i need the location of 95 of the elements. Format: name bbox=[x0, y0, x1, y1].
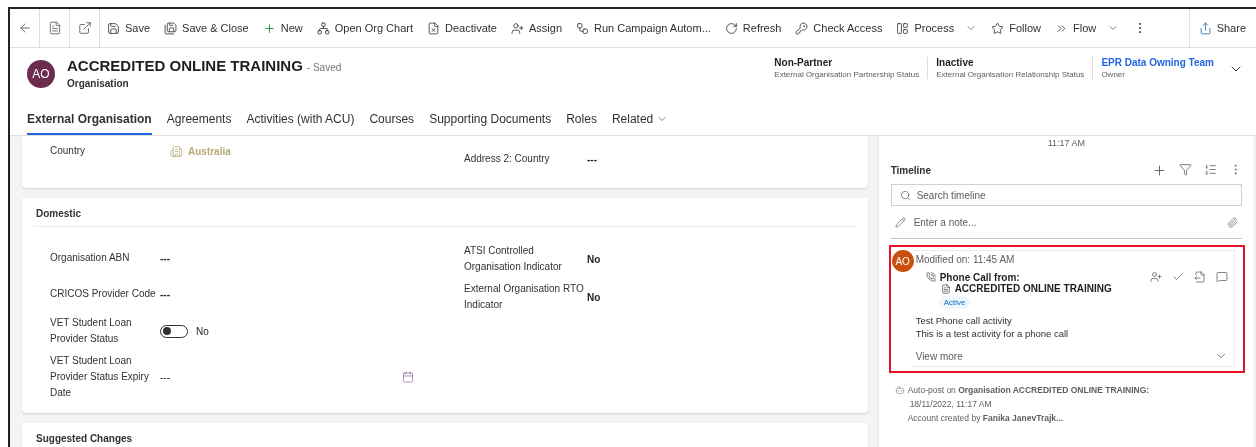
toolbar-button[interactable]: Open Org Chart bbox=[309, 9, 420, 47]
toolbar-button[interactable]: Check Access bbox=[788, 9, 890, 47]
document-x-icon bbox=[427, 21, 440, 35]
paperclip-icon bbox=[1227, 216, 1238, 228]
field-value: No bbox=[587, 253, 601, 265]
header-value: Non-Partner bbox=[774, 57, 834, 68]
share-icon bbox=[1198, 21, 1212, 35]
field-label: Organisation ABN bbox=[50, 251, 131, 265]
save-icon bbox=[107, 21, 120, 35]
form-tab[interactable]: Supporting Documents bbox=[429, 105, 552, 135]
toolbar-button[interactable]: Deactivate bbox=[420, 9, 504, 47]
regarding-link[interactable]: ACCREDITED ONLINE TRAINING bbox=[954, 283, 1112, 294]
time-text: 11:17 AM bbox=[1047, 138, 1085, 148]
post-text: Auto-post on Organisation ACCREDITED ONLINE TRAINING: bbox=[907, 385, 1150, 395]
date-value: --- bbox=[160, 371, 171, 383]
field-value: --- bbox=[587, 153, 597, 165]
star-icon bbox=[991, 21, 1005, 35]
toolbar-button[interactable]: New bbox=[255, 9, 310, 47]
activity-subject: Test Phone call activity bbox=[915, 315, 1012, 326]
pop-out-icon bbox=[77, 21, 92, 35]
back-icon bbox=[17, 21, 32, 35]
toolbar-button[interactable]: Save & Close bbox=[157, 9, 256, 47]
activity-heading: Phone Call from: bbox=[939, 271, 1020, 283]
building-icon bbox=[170, 144, 183, 158]
status-label: Active bbox=[938, 296, 971, 309]
form-tab[interactable]: Activities (with ACU) bbox=[246, 105, 355, 135]
entity-name: Organisation bbox=[67, 78, 130, 89]
plus-icon bbox=[262, 21, 276, 35]
share-button[interactable]: Share bbox=[1188, 9, 1256, 47]
bot-icon bbox=[894, 385, 905, 395]
toggle-switch[interactable] bbox=[160, 324, 188, 338]
activity-description: This is a test activity for a phone call bbox=[915, 328, 1069, 339]
field-label: ATSI Controlled Organisation Indicator bbox=[464, 244, 563, 274]
toolbar-button[interactable]: Follow bbox=[984, 9, 1048, 47]
toolbar-button[interactable]: Flow bbox=[1048, 9, 1127, 47]
document-icon bbox=[1194, 271, 1206, 283]
post-date: 18/11/2022, 11:17 AM bbox=[908, 399, 993, 409]
post-body: Account created by Fanika JanevTrajk... bbox=[907, 413, 1065, 423]
section-title: Domestic bbox=[34, 208, 856, 227]
toolbar-button[interactable]: Refresh bbox=[717, 9, 789, 47]
panels-icon bbox=[896, 21, 910, 35]
save-status: - Saved bbox=[306, 62, 342, 73]
toolbar-button[interactable]: Process bbox=[889, 9, 985, 47]
user-avatar: AO bbox=[891, 250, 914, 272]
form-tab[interactable]: Related bbox=[611, 105, 669, 135]
workflow-icon bbox=[576, 21, 590, 35]
filter-icon bbox=[1179, 163, 1192, 176]
calendar-icon bbox=[402, 371, 414, 383]
header-value: Inactive bbox=[936, 57, 975, 68]
lookup-value: Australia bbox=[188, 145, 231, 157]
document-icon bbox=[47, 21, 62, 35]
assign-icon bbox=[1150, 271, 1162, 283]
header-label: External Organisation Partnership Status bbox=[774, 70, 920, 79]
record-icon bbox=[940, 283, 951, 294]
record-avatar: AO bbox=[27, 60, 55, 88]
toolbar-button[interactable]: Save bbox=[100, 9, 158, 47]
section-title: Suggested Changes bbox=[34, 433, 856, 447]
header-label: External Organisation Relationship Status bbox=[936, 70, 1085, 79]
record-title: ACCREDITED ONLINE TRAINING bbox=[67, 57, 303, 74]
refresh-icon bbox=[724, 21, 738, 35]
owner-link[interactable]: EPR Data Owning Team bbox=[1101, 57, 1214, 68]
toolbar-button[interactable]: Assign bbox=[504, 9, 570, 47]
search-field[interactable]: Search timeline bbox=[916, 189, 1233, 201]
org-chart-icon bbox=[316, 21, 330, 35]
key-icon bbox=[795, 21, 809, 35]
field-value: No bbox=[587, 291, 601, 303]
toggle-value: No bbox=[196, 325, 209, 337]
form-tab[interactable]: Agreements bbox=[166, 105, 232, 135]
sort-icon bbox=[1204, 163, 1217, 176]
pencil-icon bbox=[894, 216, 906, 228]
form-tab[interactable]: Courses bbox=[369, 105, 415, 135]
field-value: --- bbox=[160, 252, 170, 264]
field-label: Country bbox=[50, 144, 86, 158]
field-label: VET Student Loan Provider Status Expiry Date bbox=[50, 354, 150, 400]
field-label: External Organisation RTO Indicator bbox=[464, 282, 585, 312]
save-all-icon bbox=[164, 21, 178, 35]
search-box[interactable]: Search timeline bbox=[890, 184, 1242, 206]
check-icon bbox=[1172, 271, 1184, 283]
form-tab[interactable]: Roles bbox=[566, 105, 597, 135]
field-value: --- bbox=[160, 288, 170, 300]
field-label: Address 2: Country bbox=[464, 152, 551, 166]
toolbar-button[interactable]: Run Campaign Autom... bbox=[569, 9, 718, 47]
note-box[interactable]: Enter a note... bbox=[890, 206, 1242, 239]
search-icon bbox=[899, 189, 911, 201]
header-label: Owner bbox=[1101, 70, 1126, 79]
note-field[interactable]: Enter a note... bbox=[913, 216, 1219, 228]
modified-time: Modified on: 11:45 AM bbox=[915, 254, 1015, 265]
person-plus-icon bbox=[511, 21, 524, 35]
comment-icon bbox=[1216, 271, 1228, 283]
field-label: VET Student Loan Provider Status bbox=[50, 316, 133, 346]
view-more-link[interactable]: View more bbox=[915, 350, 963, 362]
add-icon bbox=[1152, 163, 1167, 178]
timeline-title: Timeline bbox=[890, 165, 932, 176]
phone-icon bbox=[925, 272, 936, 282]
field-label: CRICOS Provider Code bbox=[50, 287, 157, 301]
